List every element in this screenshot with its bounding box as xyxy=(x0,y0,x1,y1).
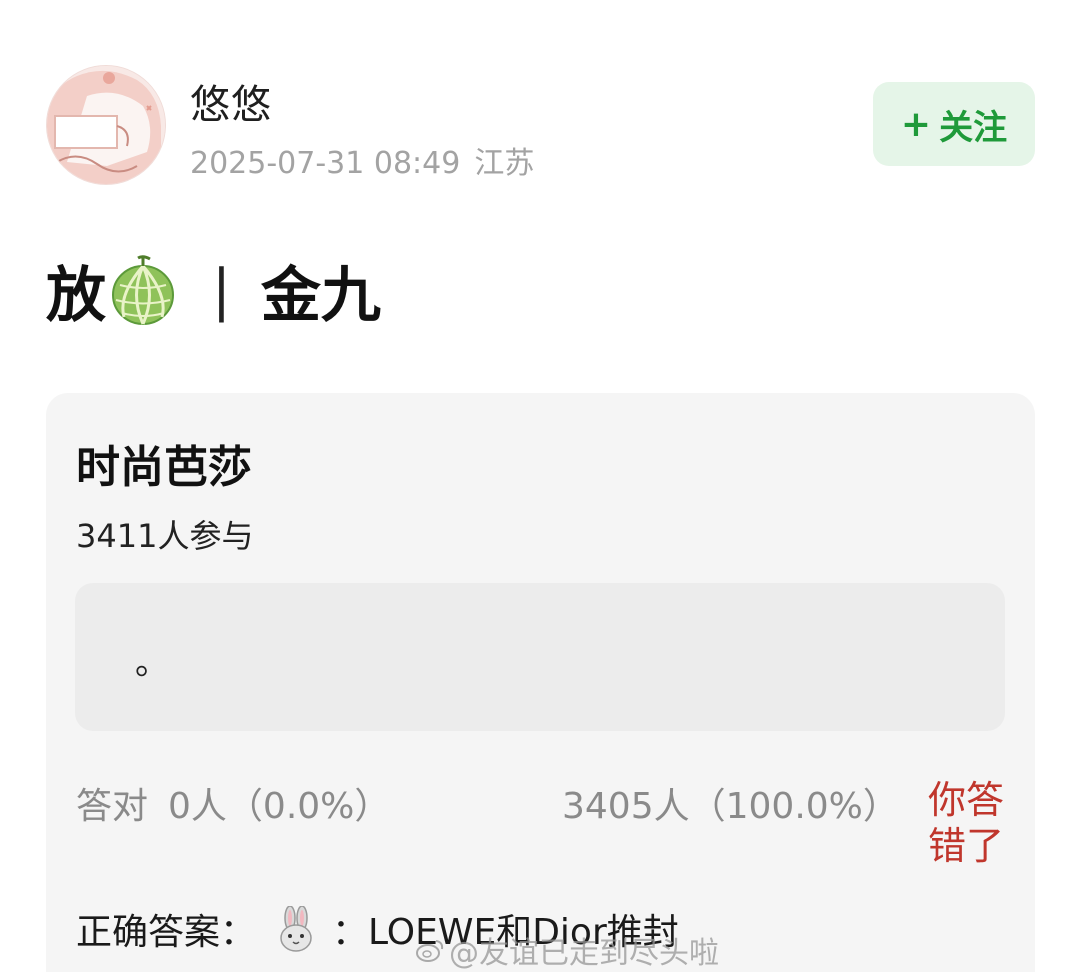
avatar[interactable] xyxy=(46,65,166,185)
follow-button[interactable]: + 关注 xyxy=(873,82,1035,166)
post-date: 2025-07-31 08:49 xyxy=(190,146,461,181)
post-title-suffix: 金九 xyxy=(260,260,381,331)
correct-label: 答对 xyxy=(76,786,149,827)
quiz-title: 时尚芭莎 xyxy=(76,442,252,493)
post-meta: 2025-07-31 08:49 江苏 xyxy=(190,138,534,182)
quiz-card: 时尚芭莎 3411人参与 。 答对 0人（0.0%） 3405人（100.0%） … xyxy=(46,393,1035,972)
watermark: @友谊已走到尽头啦 xyxy=(415,928,719,972)
post-location: 江苏 xyxy=(474,146,535,181)
correct-value: 0人（0.0%） xyxy=(168,786,391,827)
weibo-icon xyxy=(415,937,445,963)
watermark-text: @友谊已走到尽头啦 xyxy=(449,936,719,971)
quiz-participants: 3411人参与 xyxy=(76,517,254,555)
post-page: 悠悠 2025-07-31 08:49 江苏 + 关注 放 | 金九 时尚芭莎 3… xyxy=(0,0,1080,972)
correct-stats: 答对 0人（0.0%） xyxy=(76,777,390,829)
title-separator: | xyxy=(212,257,231,323)
plus-icon: + xyxy=(900,103,932,145)
username[interactable]: 悠悠 xyxy=(190,72,272,130)
quiz-option-text: 。 xyxy=(135,643,169,683)
answer-label: 正确答案： xyxy=(76,912,257,953)
melon-icon xyxy=(110,255,176,325)
follow-label: 关注 xyxy=(939,107,1008,148)
wrong-stats: 3405人（100.0%） xyxy=(562,786,899,827)
avatar-image xyxy=(47,66,165,184)
post-title-prefix: 放 xyxy=(46,260,106,331)
post-title: 放 | 金九 xyxy=(46,250,381,331)
result-tag: 你答错了 xyxy=(928,778,1005,868)
rabbit-icon xyxy=(276,906,316,952)
quiz-option[interactable]: 。 xyxy=(75,583,1005,731)
